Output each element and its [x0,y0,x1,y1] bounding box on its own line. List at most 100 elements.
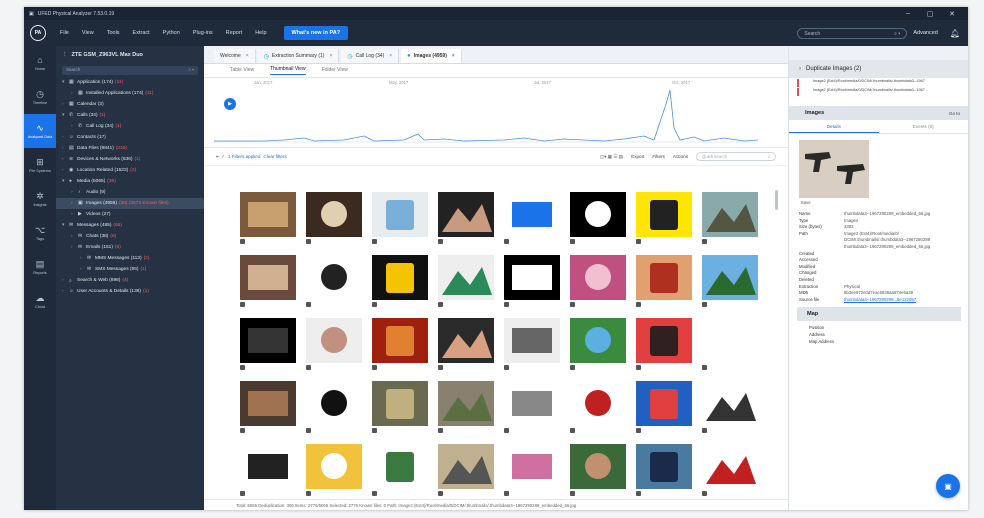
thumbnail-stadium-woman[interactable] [564,442,630,504]
advanced-search-link[interactable]: Advanced [913,30,937,36]
tree-node[interactable]: ▾ ✆ Calls (34) (1) [56,110,204,121]
chevron-right-icon[interactable]: › [62,168,69,173]
select-checkbox[interactable] [372,428,377,433]
select-checkbox[interactable] [438,302,443,307]
subtab-item[interactable]: Thumbnail View [270,66,306,75]
thumbnail-coke-can[interactable] [696,442,762,504]
tree-node[interactable]: ▾ ✉ Messages (485) (66) [56,220,204,231]
tree-node[interactable]: › ▦ Installed Applications (174) (11) [56,88,204,99]
select-checkbox[interactable] [504,365,509,370]
tree-node[interactable]: › ▶ Videos (27) [56,209,204,220]
thumbnail-newspaper[interactable] [432,442,498,504]
filters-button[interactable]: Filters [652,154,665,159]
thumbnail-hitman-poster[interactable] [300,190,366,252]
rail-item-insights[interactable]: ✲ Insights [24,182,56,216]
chevron-right-icon[interactable]: › [71,212,78,217]
menu-extract[interactable]: Extract [133,30,150,36]
go-to-button[interactable]: Go to [949,111,960,116]
thumbnail-blank[interactable] [696,316,762,378]
chevron-down-icon[interactable]: ▾ [62,179,69,184]
select-checkbox[interactable] [438,239,443,244]
thumbnail-restaurant-crowd[interactable] [234,190,300,252]
select-checkbox[interactable] [636,302,641,307]
select-checkbox[interactable] [702,365,707,370]
thumbnail-yellow-card[interactable] [300,442,366,504]
select-checkbox[interactable] [240,302,245,307]
collapse-icon[interactable]: ⋮ [62,52,68,58]
tab-details[interactable]: Details [789,120,879,133]
thumbnail-facebook-text[interactable] [498,253,564,315]
select-checkbox[interactable] [306,491,311,496]
thumbnail-pink-hair-woman[interactable] [564,253,630,315]
actions-button[interactable]: Actions [673,154,688,159]
chevron-down-icon[interactable]: ▾ [62,80,69,85]
thumbnail-map-screenshot[interactable] [366,190,432,252]
chevron-right-icon[interactable]: › [71,201,78,206]
select-checkbox[interactable] [240,365,245,370]
menu-python[interactable]: Python [163,30,180,36]
subtab-item[interactable]: Folder View [322,67,348,75]
tree-node[interactable]: › ☺ User Accounts & Details (138) (1) [56,286,204,297]
thumbnail-costume-group[interactable] [630,316,696,378]
chevron-right-icon[interactable]: › [62,157,69,162]
quick-search-input[interactable]: Quick search ⌕ [696,152,776,161]
tab-item[interactable]: ◷ Extraction Summary (1) × [257,49,340,63]
select-checkbox[interactable] [570,302,575,307]
tree-node[interactable]: ▾ ● Media (5065) (36) [56,176,204,187]
select-checkbox[interactable] [438,365,443,370]
menu-plugins[interactable]: Plug-ins [193,30,213,36]
thumbnail-sports-logo[interactable] [498,190,564,252]
chevron-right-icon[interactable]: › [71,245,78,250]
thumbnail-small-bottle[interactable] [234,442,300,504]
select-checkbox[interactable] [240,239,245,244]
duplicate-images-header[interactable]: › Duplicate Images (2) [789,60,968,78]
select-checkbox[interactable] [306,365,311,370]
thumbnail-pizza[interactable] [630,253,696,315]
tab-events[interactable]: Events (0) [879,120,969,133]
thumbnail-woman-portrait[interactable] [432,190,498,252]
rail-item-home[interactable]: ⌂ Home [24,46,56,80]
chevron-right-icon[interactable]: › [80,267,87,272]
rail-item-cloud[interactable]: ☁ Cloud [24,284,56,318]
select-checkbox[interactable] [570,239,575,244]
thumbnail-sticker-text[interactable] [696,379,762,441]
save-button[interactable]: Save [801,200,968,205]
tree-node[interactable]: › ✆ Call Log (34) (1) [56,121,204,132]
thumbnail-phone-small[interactable] [498,316,564,378]
menu-file[interactable]: File [60,30,69,36]
tree-node[interactable]: › ☺ Contacts (17) [56,132,204,143]
thumbnail-star-logo[interactable] [300,379,366,441]
thumbnail-flower-art[interactable] [498,442,564,504]
thumbnail-snapchat-logo[interactable] [630,190,696,252]
view-options-icon[interactable]: ◫▾ ▦ ☰ ▤ [600,154,623,160]
select-checkbox[interactable] [702,428,707,433]
chat-fab-icon[interactable]: ▣ [936,474,960,498]
tree-node[interactable]: › ▣ Images (4959) (36) (3674 Known files) [56,198,204,209]
chevron-right-icon[interactable]: › [62,146,69,151]
tree-node[interactable]: › ▤ Data Files (9841) (216) [56,143,204,154]
tree-node[interactable]: › ⌕ Search & Web (898) (4) [56,275,204,286]
thumbnail-fire-boxes[interactable] [366,316,432,378]
close-tab-icon[interactable]: × [329,53,332,59]
tree-node[interactable]: › ◉ Location Related (1523) (2) [56,165,204,176]
select-checkbox[interactable] [306,428,311,433]
chevron-down-icon[interactable]: ▾ [62,223,69,228]
tab-item[interactable]: Welcome × [214,49,256,63]
tab-item[interactable]: ◷ Call Log (34) × [341,49,400,63]
duplicate-row[interactable]: Image2 (Ext4)/Root/media/0/DCIM/.thumbna… [797,88,968,96]
thumbnail-man-glasses[interactable] [300,316,366,378]
select-checkbox[interactable] [306,239,311,244]
clear-filters-link[interactable]: Clear filters [263,154,286,159]
export-button[interactable]: Export [631,154,644,159]
select-checkbox[interactable] [504,239,509,244]
maximize-icon[interactable]: ▢ [919,10,941,18]
thumbnail-street-store[interactable] [696,190,762,252]
select-checkbox[interactable] [372,365,377,370]
close-tab-icon[interactable]: × [389,53,392,59]
filters-applied[interactable]: 1 Filters applied [228,154,260,159]
grid-scrollbar[interactable] [775,190,778,210]
tree-node[interactable]: › ♪ Audio (9) [56,187,204,198]
chevron-right-icon[interactable]: › [80,256,87,261]
rail-item-analyzed-data[interactable]: ∿ Analyzed Data [24,114,56,148]
tree-node[interactable]: ▾ ▦ Application (174) (11) [56,77,204,88]
